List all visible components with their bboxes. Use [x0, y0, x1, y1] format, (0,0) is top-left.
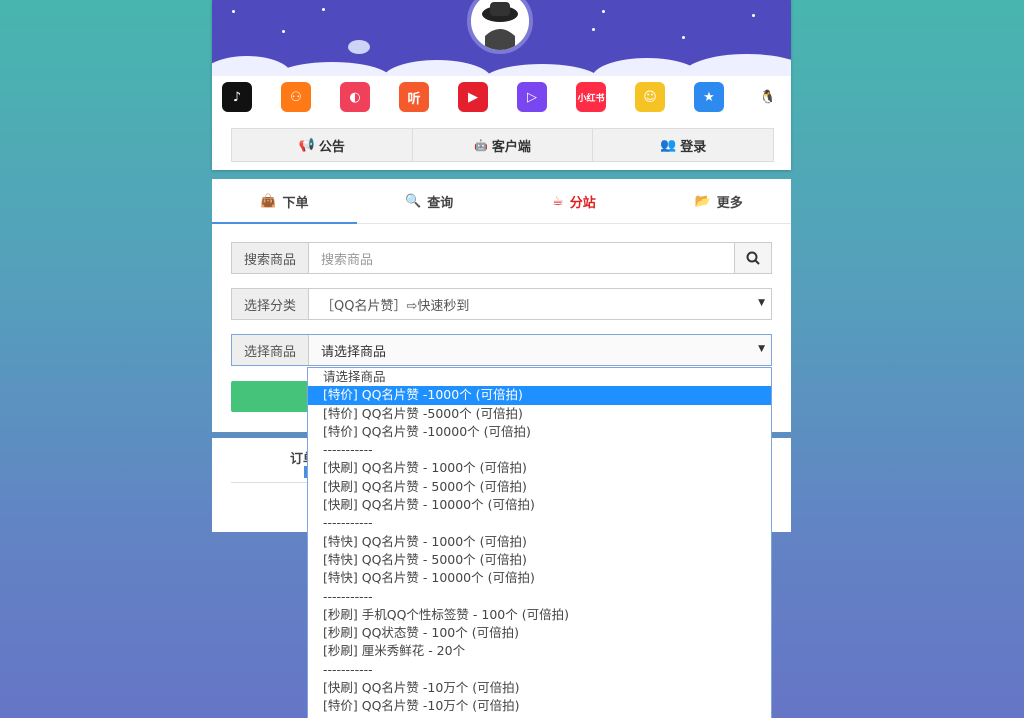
dropdown-option[interactable]: [特快] QQ名片赞 - 1000个 (可倍拍) [308, 533, 771, 551]
tab-order[interactable]: 👜 下单 [212, 179, 357, 224]
dropdown-option[interactable]: [特价] QQ名片赞 -5000个 (可倍拍) [308, 405, 771, 423]
option-separator: ----------- [323, 515, 373, 531]
option-separator: ----------- [323, 442, 373, 458]
dropdown-option[interactable]: 请选择商品 [308, 368, 771, 386]
option-separator: ----------- [323, 661, 373, 677]
dropdown-option[interactable]: [快刷] QQ名片赞 - 10000个 (可倍拍) [308, 496, 771, 514]
tiktok-icon[interactable]: ♪ [222, 82, 252, 112]
option-separator: ----------- [323, 588, 373, 604]
caret-down-icon: ▼ [758, 344, 765, 354]
qq-penguin-icon[interactable]: 🐧 [753, 82, 783, 112]
notice-button[interactable]: 📢 公告 [232, 129, 413, 161]
users-icon: 👥 [660, 137, 677, 153]
login-button[interactable]: 👥 登录 [593, 129, 773, 161]
product-select[interactable]: 请选择商品 ▼ [309, 335, 771, 365]
xiaohongshu-icon[interactable]: 小红书 [576, 82, 606, 112]
moon-shape [348, 40, 370, 54]
category-select[interactable]: ［QQ名片赞］⇨快速秒到 ▼ [309, 289, 771, 319]
video-play-icon[interactable]: ▶ [458, 82, 488, 112]
search-icon [746, 251, 760, 265]
search-icon: 🔍 [405, 193, 422, 209]
dropdown-option[interactable]: [特快] QQ名片赞 - 10000个 (可倍拍) [308, 569, 771, 587]
submit-button[interactable] [231, 381, 311, 412]
dropdown-option[interactable]: [快刷] QQ名片赞 - 1000个 (可倍拍) [308, 459, 771, 477]
quanmin-icon[interactable]: ◐ [340, 82, 370, 112]
dropdown-option[interactable]: [秒刷] QQ状态赞 - 100个 (可倍拍) [308, 624, 771, 642]
search-input[interactable]: 搜索商品 [309, 243, 734, 273]
app-icon-row: ♪ ⚇ ◐ 听 ▶ ▷ 小红书 ☺ ★ 🐧 [212, 78, 791, 120]
dropdown-option[interactable]: [特价] QQ名片赞 -10000个 (可倍拍) [308, 423, 771, 441]
weishi-icon[interactable]: ▷ [517, 82, 547, 112]
dropdown-option[interactable]: [特价] QQ名片赞 -1000个 (可倍拍) [308, 386, 771, 405]
search-button[interactable] [734, 243, 771, 273]
megaphone-icon: 📢 [298, 137, 315, 153]
ting-icon[interactable]: 听 [399, 82, 429, 112]
header-card: ♪ ⚇ ◐ 听 ▶ ▷ 小红书 ☺ ★ 🐧 📢 公告 🤖 客户端 👥 登录 [212, 0, 791, 170]
folder-open-icon: 📂 [694, 193, 711, 209]
dropdown-option[interactable]: [快刷] QQ名片赞 -10万个 (可倍拍) [308, 679, 771, 697]
product-row: 选择商品 请选择商品 ▼ [231, 334, 772, 366]
divider [231, 482, 311, 483]
coffee-icon: ☕ [552, 193, 564, 209]
shopping-bag-icon: 👜 [260, 193, 277, 209]
dropdown-option[interactable]: [快刷] QQ名片赞 - 5000个 (可倍拍) [308, 478, 771, 496]
search-row: 搜索商品 搜索商品 [231, 242, 772, 274]
kuaishou-icon[interactable]: ⚇ [281, 82, 311, 112]
dropdown-option[interactable]: [秒刷] 手机QQ个性标签赞 - 100个 (可倍拍) [308, 606, 771, 624]
qzone-icon[interactable]: ★ [694, 82, 724, 112]
category-row: 选择分类 ［QQ名片赞］⇨快速秒到 ▼ [231, 288, 772, 320]
dropdown-option[interactable]: [秒刷] 厘米秀鲜花 - 20个 [308, 642, 771, 660]
tab-more[interactable]: 📂 更多 [646, 179, 791, 223]
search-label: 搜索商品 [232, 243, 309, 273]
android-icon: 🤖 [474, 138, 488, 152]
caret-down-icon: ▼ [758, 298, 765, 308]
tab-query[interactable]: 🔍 查询 [357, 179, 502, 223]
tab-bar: 👜 下单 🔍 查询 ☕ 分站 📂 更多 [212, 179, 791, 224]
dropdown-option[interactable]: [特快] QQ名片赞 - 5000个 (可倍拍) [308, 551, 771, 569]
header-nav: 📢 公告 🤖 客户端 👥 登录 [231, 128, 774, 162]
product-label: 选择商品 [232, 335, 309, 365]
dropdown-option[interactable]: [特价] QQ名片赞 -10万个 (可倍拍) [308, 697, 771, 715]
client-button[interactable]: 🤖 客户端 [413, 129, 594, 161]
cartoon-face-icon[interactable]: ☺ [635, 82, 665, 112]
product-dropdown-list: 请选择商品 [特价] QQ名片赞 -1000个 (可倍拍) [特价] QQ名片赞 -… [307, 367, 772, 718]
category-label: 选择分类 [232, 289, 309, 319]
tab-branch[interactable]: ☕ 分站 [502, 179, 647, 223]
